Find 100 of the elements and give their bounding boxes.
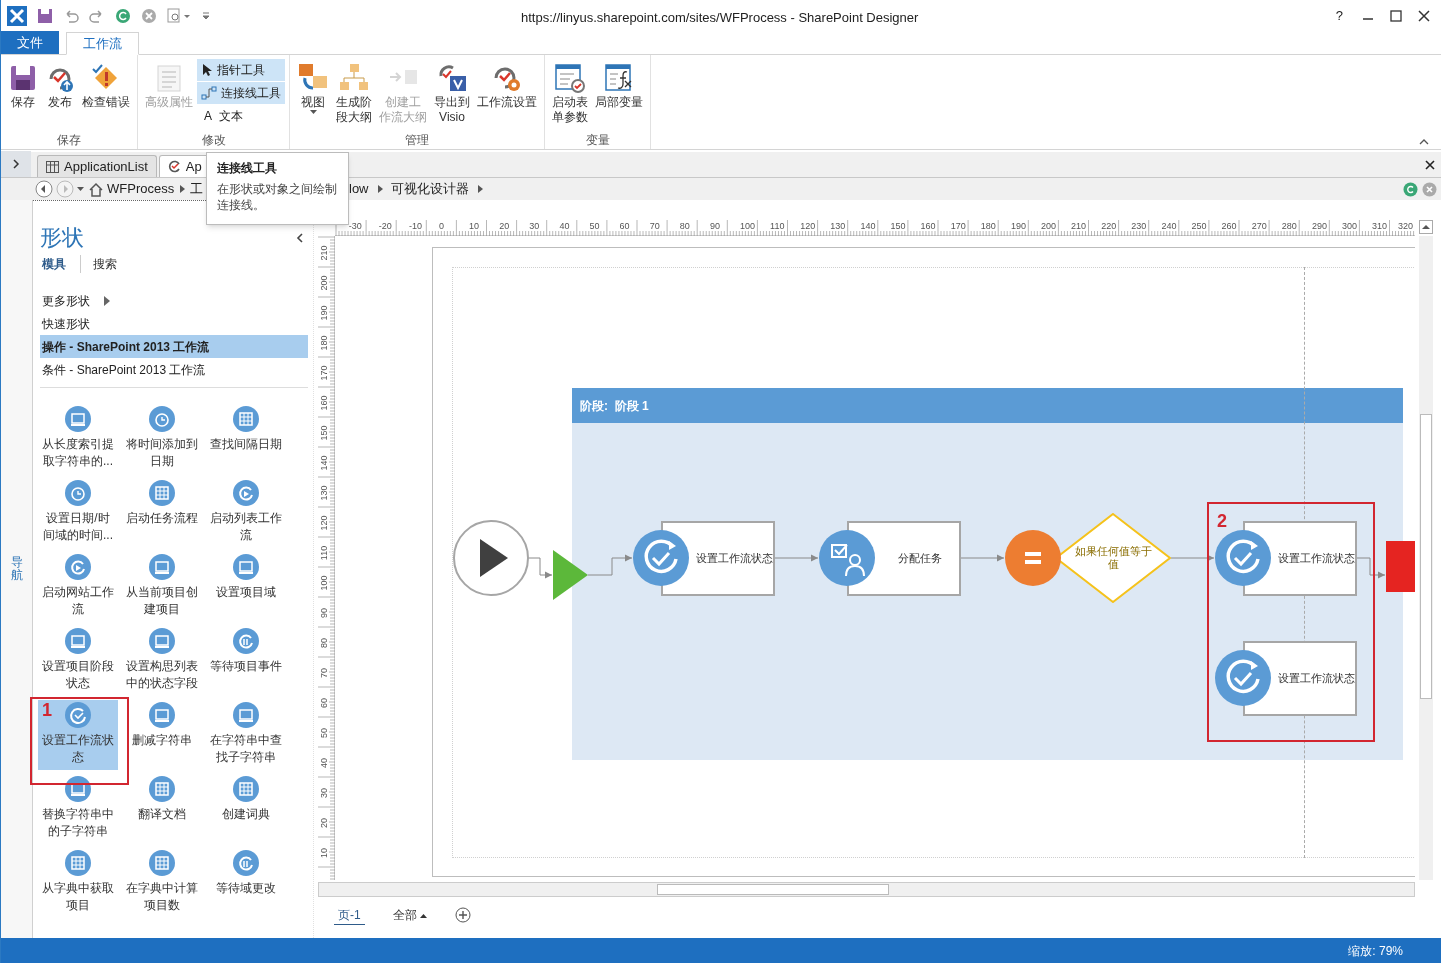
- stencil-item[interactable]: 启动列表工作 流: [204, 478, 288, 552]
- stencil-category[interactable]: 更多形状: [40, 289, 308, 312]
- stencil-item[interactable]: 创建词典: [204, 774, 288, 848]
- stencil-category[interactable]: 快速形状: [40, 312, 308, 335]
- refresh-icon[interactable]: [115, 8, 131, 24]
- document-icon: [149, 554, 175, 580]
- ribbon-button[interactable]: 发布: [42, 55, 78, 133]
- end-shape: [1386, 541, 1415, 592]
- save-icon[interactable]: [37, 8, 53, 24]
- stencil-item[interactable]: 将时间添加到 日期: [120, 404, 204, 478]
- ruler-label: 0: [438, 221, 445, 231]
- stop-icon[interactable]: [141, 8, 157, 24]
- stencil-item[interactable]: 等待域更改: [204, 848, 288, 922]
- maximize-icon[interactable]: [1389, 9, 1403, 23]
- breadcrumb-link[interactable]: low: [349, 179, 369, 199]
- stencil-item[interactable]: 查找间隔日期: [204, 404, 288, 478]
- refresh-icon[interactable]: [1403, 181, 1418, 197]
- export-icon: [436, 62, 468, 94]
- ribbon-button[interactable]: 指针工具: [197, 59, 285, 81]
- ruler-label: 160: [919, 221, 937, 231]
- stencil-item[interactable]: 在字典中计算 项目数: [120, 848, 204, 922]
- ruler-label: 270: [1250, 221, 1268, 231]
- vertical-scrollbar[interactable]: [1419, 236, 1433, 880]
- zoom-level[interactable]: 缩放: 79%: [1348, 941, 1403, 960]
- ribbon-button[interactable]: A 文本: [197, 105, 285, 127]
- stencil-category[interactable]: 操作 - SharePoint 2013 工作流: [40, 335, 308, 358]
- ruler-label: 210: [319, 243, 329, 263]
- redo-icon[interactable]: [89, 8, 105, 24]
- ribbon-tab[interactable]: 文件: [1, 31, 59, 54]
- preview-icon[interactable]: [167, 8, 191, 24]
- ribbon-button[interactable]: 导出到 Visio: [431, 55, 473, 133]
- undo-icon[interactable]: [63, 8, 79, 24]
- ribbon-button[interactable]: 连接线工具: [197, 82, 285, 104]
- stencil-item[interactable]: 删减字符串: [120, 700, 204, 774]
- stencil-item[interactable]: 从当前项目创 建项目: [120, 552, 204, 626]
- help-button[interactable]: ?: [1331, 6, 1347, 26]
- ruler-label: 130: [829, 221, 847, 231]
- ruler-label: 80: [678, 221, 691, 231]
- ruler-label: 260: [1220, 221, 1238, 231]
- ruler-label: 200: [319, 273, 329, 293]
- breadcrumb-link[interactable]: WFProcess: [107, 179, 175, 199]
- stencil-item[interactable]: 设置构思列表 中的状态字段: [120, 626, 204, 700]
- ruler-label: 110: [319, 543, 329, 563]
- ribbon-button[interactable]: 局部变量: [592, 55, 646, 133]
- ruler-label: 170: [319, 363, 329, 383]
- ruler-label: 180: [979, 221, 997, 231]
- navigation-label[interactable]: 导航: [10, 555, 23, 583]
- stencil-item[interactable]: 设置日期/时 间域的时间...: [36, 478, 120, 552]
- horizontal-scrollbar[interactable]: [318, 882, 1415, 897]
- stencil-item[interactable]: 从长度索引提 取字符串的...: [36, 404, 120, 478]
- document-tab[interactable]: ApplicationList: [37, 155, 157, 177]
- task-person-icon: [819, 530, 875, 586]
- ruler-label: 150: [889, 221, 907, 231]
- stencil-category[interactable]: 条件 - SharePoint 2013 工作流: [40, 358, 308, 381]
- scroll-up-icon[interactable]: [1419, 220, 1433, 234]
- caret-icon[interactable]: [77, 186, 85, 192]
- stencil-item[interactable]: 在字符串中查 找子字符串: [204, 700, 288, 774]
- ruler-label: 180: [319, 333, 329, 353]
- ruler-label: 160: [319, 393, 329, 413]
- stencil-item[interactable]: 启动任务流程: [120, 478, 204, 552]
- annotation-label: 1: [42, 699, 52, 722]
- page-tab[interactable]: 全部: [388, 906, 431, 924]
- document-icon: [233, 554, 259, 580]
- ribbon-button[interactable]: 检查错误: [79, 55, 133, 133]
- ruler-label: 200: [1040, 221, 1058, 231]
- ribbon-button[interactable]: 启动表 单参数: [549, 55, 591, 133]
- ribbon-button[interactable]: 工作流设置: [474, 55, 540, 133]
- breadcrumb-link[interactable]: 可视化设计器: [390, 179, 469, 199]
- stencil-item[interactable]: 替换字符串中 的子字符串: [36, 774, 120, 848]
- ribbon-button[interactable]: 生成阶 段大纲: [333, 55, 375, 133]
- equals-icon: [1005, 530, 1061, 586]
- panel-tab[interactable]: 搜索: [80, 255, 119, 273]
- stencil-item[interactable]: 设置项目域: [204, 552, 288, 626]
- breadcrumb-link[interactable]: 工: [190, 179, 204, 199]
- collapse-icon[interactable]: [296, 233, 304, 243]
- stencil-item[interactable]: 翻译文档: [120, 774, 204, 848]
- stencil-item[interactable]: 等待项目事件: [204, 626, 288, 700]
- annotation-label: 2: [1217, 511, 1227, 531]
- close-icon[interactable]: [1417, 9, 1431, 23]
- stop-icon[interactable]: [1422, 181, 1437, 197]
- back-icon[interactable]: [35, 180, 53, 198]
- stencil-item[interactable]: 启动网站工作 流: [36, 552, 120, 626]
- panel-tab[interactable]: 模具: [40, 255, 68, 273]
- group-label: 保存: [56, 133, 82, 149]
- customize-icon[interactable]: [201, 10, 211, 22]
- ribbon-button[interactable]: 保存: [5, 55, 41, 133]
- stencil-item[interactable]: 从字典中获取 项目: [36, 848, 120, 922]
- grid-icon: [149, 776, 175, 802]
- close-icon[interactable]: [1425, 160, 1435, 170]
- collapse-ribbon-icon[interactable]: [1419, 137, 1429, 145]
- check-cycle-icon: [1215, 650, 1271, 706]
- clock-icon: [65, 480, 91, 506]
- add-page-icon[interactable]: [454, 907, 471, 923]
- ribbon-button[interactable]: 视图: [294, 55, 332, 133]
- tooltip-title: 连接线工具: [217, 160, 278, 177]
- home-icon: [88, 181, 104, 197]
- ruler-label: 100: [739, 221, 757, 231]
- page-tab[interactable]: 页-1: [334, 905, 365, 925]
- stencil-item[interactable]: 设置项目阶段 状态: [36, 626, 120, 700]
- ribbon-tab[interactable]: 工作流: [66, 32, 139, 55]
